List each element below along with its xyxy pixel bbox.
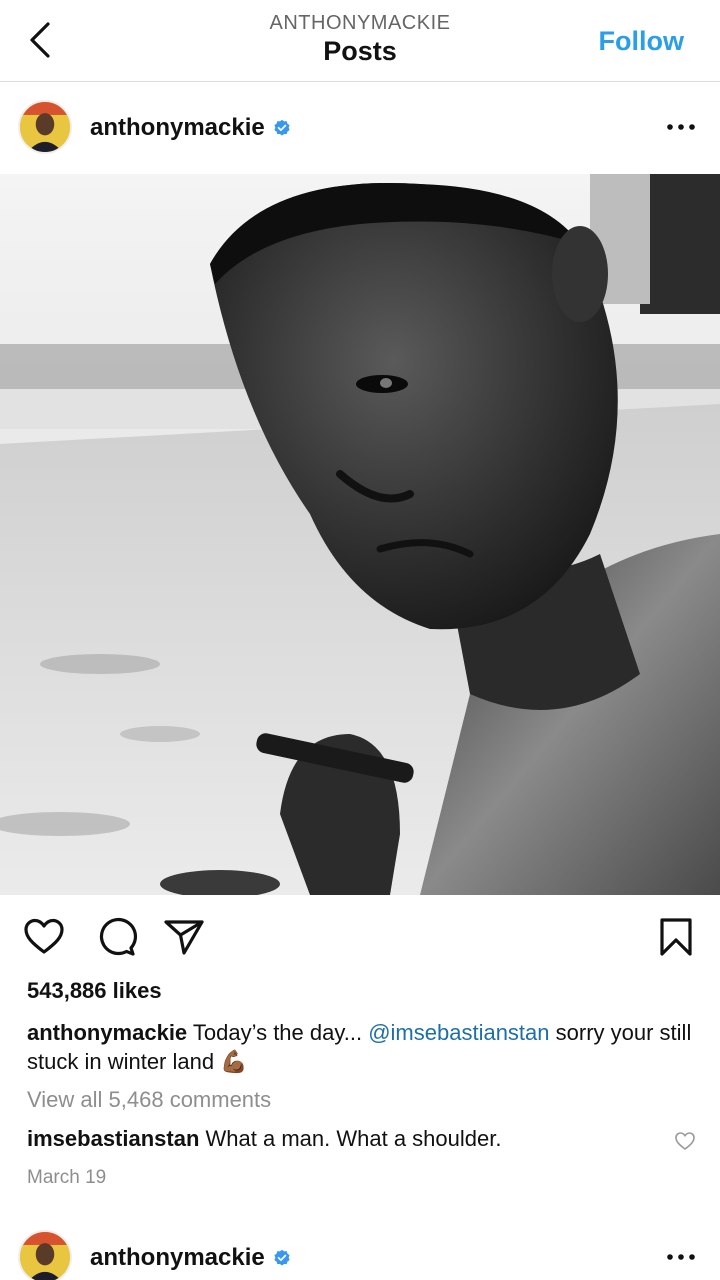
post-options-button[interactable] [664, 112, 698, 142]
comment-text: What a man. What a shoulder. [205, 1126, 502, 1151]
next-post-options-button[interactable] [664, 1242, 698, 1272]
bookmark-icon [660, 918, 692, 956]
comment-bubble-icon [99, 917, 138, 956]
comment-button[interactable] [94, 915, 138, 959]
caption-username[interactable]: anthonymackie [27, 1020, 187, 1045]
flexed-biceps-emoji: 💪🏾 [220, 1049, 248, 1074]
verified-badge-icon [274, 1249, 290, 1266]
share-button[interactable] [162, 915, 206, 959]
view-all-comments-link[interactable]: View all 5,468 comments [27, 1087, 271, 1113]
caption-mention-link[interactable]: @imsebastianstan [368, 1020, 549, 1045]
caption-text: Today’s the day... [192, 1020, 363, 1045]
comment-username[interactable]: imsebastianstan [27, 1126, 199, 1151]
comment-like-button[interactable] [674, 1130, 696, 1152]
save-button[interactable] [654, 915, 698, 959]
avatar-image [20, 1232, 70, 1280]
avatar[interactable] [18, 100, 72, 154]
post-action-bar [0, 905, 720, 969]
heart-icon [675, 1132, 695, 1150]
heart-icon [24, 918, 64, 954]
top-comment: imsebastianstan What a man. What a shoul… [27, 1126, 501, 1152]
likes-count[interactable]: 543,886 likes [27, 978, 162, 1004]
avatar-image [20, 102, 70, 152]
post-author-username-text: anthonymackie [90, 114, 265, 141]
more-horizontal-icon [667, 1254, 695, 1260]
next-post-author-username-text: anthonymackie [90, 1244, 265, 1271]
post-photo[interactable] [0, 174, 720, 895]
next-post-author-username[interactable]: anthonymackie [90, 1244, 291, 1272]
verified-badge-icon [274, 119, 290, 136]
more-horizontal-icon [667, 124, 695, 130]
post-author-username[interactable]: anthonymackie [90, 114, 291, 142]
post-caption: anthonymackie Today’s the day... @imseba… [27, 1018, 697, 1076]
post-date: March 19 [27, 1167, 107, 1188]
top-navigation-bar: ANTHONYMACKIE Posts Follow [0, 0, 720, 82]
follow-button[interactable]: Follow [599, 26, 684, 57]
avatar[interactable] [18, 1230, 72, 1280]
post-header: anthonymackie [0, 82, 720, 174]
next-post-header: anthonymackie [0, 1220, 720, 1280]
like-button[interactable] [22, 915, 66, 959]
paper-plane-icon [164, 920, 204, 955]
post-photo-image [0, 174, 720, 895]
